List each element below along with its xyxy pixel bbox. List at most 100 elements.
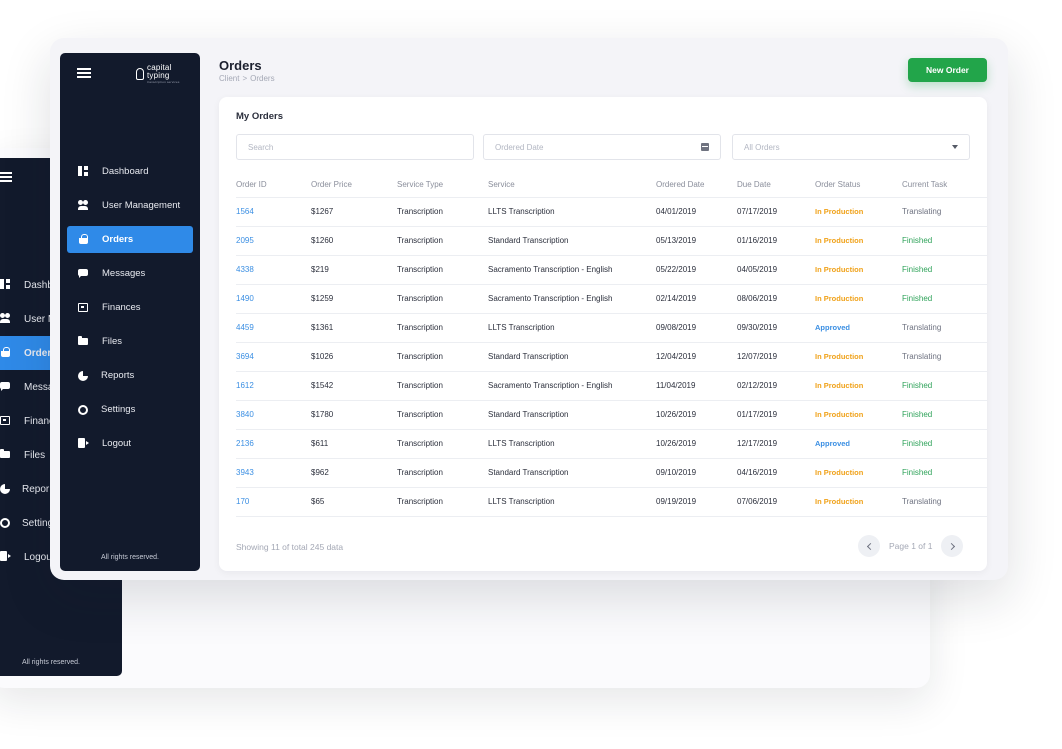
service-type-cell: Transcription	[397, 226, 488, 256]
service-type-cell: Transcription	[397, 400, 488, 430]
order-status-select[interactable]: All Orders	[732, 134, 970, 160]
ordered-date-cell: 09/19/2019	[656, 487, 737, 517]
ordered-date-picker[interactable]: Ordered Date	[483, 134, 721, 160]
chat-icon	[78, 268, 89, 279]
due-date-cell: 07/17/2019	[737, 197, 815, 227]
logo-subtitle: transcription services	[147, 80, 180, 84]
sidebar-item-orders[interactable]: Orders	[67, 226, 193, 253]
current-task-cell: Translating	[902, 342, 987, 372]
order-id-cell[interactable]: 4338	[236, 255, 311, 285]
column-header-current-task[interactable]: Current Task	[902, 173, 987, 198]
basket-icon	[0, 347, 12, 359]
service-type-cell: Transcription	[397, 255, 488, 285]
sidebar-item-logout[interactable]: Logout	[67, 430, 193, 457]
table-row[interactable]: 4459 $1361 Transcription LLTS Transcription…	[236, 313, 987, 343]
order-status-cell: Approved	[815, 313, 902, 343]
table-row[interactable]: 3694 $1026 Transcription Standard Transcrip…	[236, 342, 987, 372]
sidebar-item-settings[interactable]: Settings	[67, 396, 193, 423]
column-header-ordered-date[interactable]: Ordered Date	[656, 173, 737, 198]
sidebar-item-label: Dashboard	[102, 166, 149, 177]
breadcrumb-orders: Orders	[250, 74, 275, 83]
background-nav-label: Setting	[22, 517, 54, 529]
table-row[interactable]: 4338 $219 Transcription Sacramento Transcri…	[236, 255, 987, 285]
order-price-cell: $1259	[311, 284, 397, 314]
table-row[interactable]: 1612 $1542 Transcription Sacramento Transcr…	[236, 371, 987, 401]
new-order-button[interactable]: New Order	[908, 58, 987, 82]
order-id-cell[interactable]: 2136	[236, 429, 311, 459]
order-id-cell[interactable]: 1564	[236, 197, 311, 227]
sidebar-item-dashboard[interactable]: Dashboard	[67, 158, 193, 185]
lightbulb-icon	[136, 68, 144, 80]
table-row[interactable]: 1564 $1267 Transcription LLTS Transcription…	[236, 197, 987, 227]
order-id-cell[interactable]: 4459	[236, 313, 311, 343]
table-row[interactable]: 2095 $1260 Transcription Standard Transcrip…	[236, 226, 987, 256]
ordered-date-cell: 02/14/2019	[656, 284, 737, 314]
order-status-cell: Approved	[815, 429, 902, 459]
calendar-icon[interactable]	[701, 143, 709, 151]
column-header-service-type[interactable]: Service Type	[397, 173, 488, 198]
column-header-order-price[interactable]: Order Price	[311, 173, 397, 198]
page-info: Page 1 of 1	[889, 541, 933, 551]
menu-icon[interactable]	[77, 68, 91, 78]
sidebar-nav: Dashboard User Management Orders Messages Fi…	[67, 158, 193, 464]
order-id-cell[interactable]: 3840	[236, 400, 311, 430]
chevron-down-icon[interactable]	[952, 145, 958, 149]
ordered-date-cell: 09/10/2019	[656, 458, 737, 488]
current-task-cell: Translating	[902, 487, 987, 517]
table-row[interactable]: 170 $65 Transcription LLTS Transcription 09/…	[236, 487, 987, 517]
sidebar-item-label: Messages	[102, 268, 146, 279]
logo-text-2: typing	[147, 71, 170, 80]
service-cell: Sacramento Transcription - English	[488, 255, 656, 285]
order-status-cell: In Production	[815, 400, 902, 430]
next-page-button[interactable]	[941, 535, 964, 557]
column-header-due-date[interactable]: Due Date	[737, 173, 815, 198]
breadcrumb-separator: >	[242, 74, 248, 83]
due-date-cell: 12/07/2019	[737, 342, 815, 372]
service-type-cell: Transcription	[397, 342, 488, 372]
service-cell: LLTS Transcription	[488, 487, 656, 517]
orders-card: My Orders Search Ordered Date All Orders…	[219, 97, 987, 571]
sidebar-item-user-management[interactable]: User Management	[67, 192, 193, 219]
dashboard-icon	[78, 166, 89, 177]
table-row[interactable]: 3840 $1780 Transcription Standard Transcrip…	[236, 400, 987, 430]
order-id-cell[interactable]: 1612	[236, 371, 311, 401]
table-row[interactable]: 2136 $611 Transcription LLTS Transcription 1…	[236, 429, 987, 459]
table-row[interactable]: 1490 $1259 Transcription Sacramento Transcr…	[236, 284, 987, 314]
table-header-row: Order ID Order Price Service Type Service Or…	[236, 173, 987, 198]
search-input[interactable]: Search	[236, 134, 474, 160]
table-row[interactable]: 3943 $962 Transcription Standard Transcript…	[236, 458, 987, 488]
service-cell: Standard Transcription	[488, 226, 656, 256]
sidebar-item-messages[interactable]: Messages	[67, 260, 193, 287]
sidebar-item-finances[interactable]: Finances	[67, 294, 193, 321]
service-type-cell: Transcription	[397, 458, 488, 488]
logout-icon	[0, 551, 12, 563]
service-cell: Sacramento Transcription - English	[488, 284, 656, 314]
order-id-cell[interactable]: 3694	[236, 342, 311, 372]
column-header-service[interactable]: Service	[488, 173, 656, 198]
date-placeholder: Ordered Date	[495, 142, 544, 152]
users-icon	[0, 313, 12, 325]
order-id-cell[interactable]: 3943	[236, 458, 311, 488]
dashboard-icon	[0, 279, 12, 291]
order-id-cell[interactable]: 2095	[236, 226, 311, 256]
breadcrumb-client[interactable]: Client	[219, 74, 239, 83]
column-header-order-id[interactable]: Order ID	[236, 173, 311, 198]
sidebar-item-label: User Management	[102, 200, 181, 211]
order-status-cell: In Production	[815, 255, 902, 285]
due-date-cell: 07/06/2019	[737, 487, 815, 517]
search-placeholder: Search	[248, 142, 274, 152]
order-id-cell[interactable]: 170	[236, 487, 311, 517]
column-header-order-status[interactable]: Order Status	[815, 173, 902, 198]
service-cell: Standard Transcription	[488, 458, 656, 488]
order-price-cell: $1780	[311, 400, 397, 430]
folder-icon	[78, 336, 89, 347]
due-date-cell: 04/16/2019	[737, 458, 815, 488]
sidebar-item-reports[interactable]: Reports	[67, 362, 193, 389]
service-type-cell: Transcription	[397, 284, 488, 314]
prev-page-button[interactable]	[858, 535, 880, 557]
ordered-date-cell: 11/04/2019	[656, 371, 737, 401]
order-price-cell: $219	[311, 255, 397, 285]
background-nav-label: Dashb	[24, 279, 53, 291]
order-id-cell[interactable]: 1490	[236, 284, 311, 314]
sidebar-item-files[interactable]: Files	[67, 328, 193, 355]
